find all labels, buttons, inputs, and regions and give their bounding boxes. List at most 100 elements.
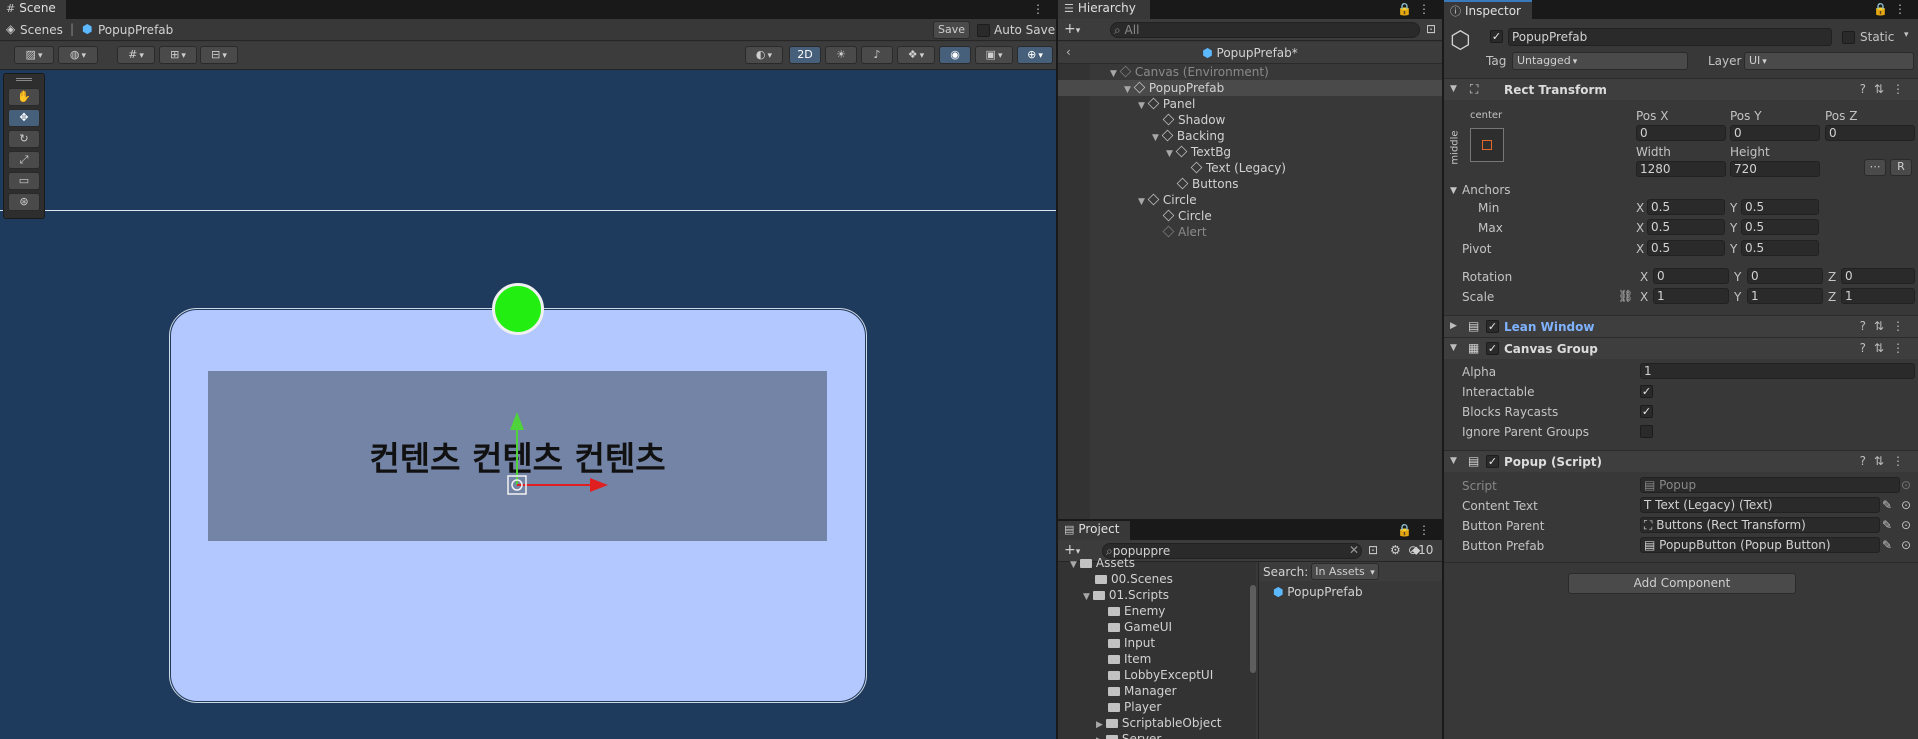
hierarchy-item[interactable]: Shadow [1058,112,1442,128]
inspector-lock-icon[interactable]: 🔒⋮ [1873,2,1912,16]
max-y-field[interactable]: 0.5 [1741,219,1819,235]
pivot-y-field[interactable]: 0.5 [1741,240,1819,256]
popup-script-header[interactable]: ▼ ▤ ✓ Popup (Script) ?⇅⋮ [1444,450,1918,472]
hierarchy-search-input[interactable]: ⌕ All [1110,22,1420,38]
project-folder-item[interactable]: Enemy [1096,604,1165,618]
active-checkbox[interactable]: ✓ [1490,30,1503,43]
hierarchy-item[interactable]: Buttons [1058,176,1442,192]
layer-dropdown[interactable]: UI [1744,52,1914,70]
canvas-group-enabled-checkbox[interactable]: ✓ [1486,342,1499,355]
add-object-button[interactable]: +▾ [1064,21,1080,37]
hierarchy-item[interactable]: Alert [1058,224,1442,240]
visibility-icon[interactable]: ◉ [939,46,971,64]
static-dropdown-icon[interactable]: ▾ [1904,30,1909,40]
tab-hierarchy[interactable]: ☰ Hierarchy [1058,0,1150,19]
height-field[interactable]: 720 [1730,161,1820,177]
hierarchy-item[interactable]: ▼ Backing [1058,128,1442,144]
max-x-field[interactable]: 0.5 [1647,219,1725,235]
fold-arrow-icon[interactable]: ▶ [1450,321,1457,331]
project-folder-item[interactable]: ▶Server [1096,732,1161,739]
lean-window-enabled-checkbox[interactable]: ✓ [1486,320,1499,333]
effects-dropdown[interactable]: ❖ [897,46,935,64]
hierarchy-item[interactable]: ▼ TextBg [1058,144,1442,160]
tab-scene[interactable]: # Scene [0,0,66,19]
tab-inspector[interactable]: ⓘ Inspector [1444,0,1532,19]
draw-mode-dropdown[interactable]: ▨ [14,46,54,64]
project-folder-item[interactable]: Input [1096,636,1155,650]
expand-arrow-icon[interactable]: ▼ [1138,197,1145,207]
popup-script-enabled-checkbox[interactable]: ✓ [1486,455,1499,468]
component-menu-icons[interactable]: ?⇅⋮ [1860,319,1912,333]
project-folder-item[interactable]: Item [1096,652,1151,666]
project-lock-icon[interactable]: 🔒⋮ [1397,523,1436,537]
fold-arrow-icon[interactable]: ▼ [1450,456,1457,466]
object-picker-icon[interactable]: ⊙ [1901,498,1911,512]
alert-circle[interactable] [492,283,544,335]
scale-x-field[interactable]: 1 [1653,288,1729,304]
search-scope-dropdown[interactable]: In Assets [1311,563,1379,580]
scale-y-field[interactable]: 1 [1747,288,1823,304]
project-folder-item[interactable]: Manager [1096,684,1177,698]
component-menu-icons[interactable]: ?⇅⋮ [1860,82,1912,96]
min-x-field[interactable]: 0.5 [1647,199,1725,215]
pos-x-field[interactable]: 0 [1636,125,1726,141]
canvas-group-header[interactable]: ▼ ▦ ✓ Canvas Group ?⇅⋮ [1444,337,1918,359]
transform-tool-icon[interactable]: ⊛ [8,193,40,211]
content-text-field[interactable]: T Text (Legacy) (Text) [1640,497,1880,513]
auto-save-checkbox[interactable] [977,24,990,37]
lean-window-header[interactable]: ▶ ▤ ✓ Lean Window ?⇅⋮ [1444,315,1918,337]
scale-z-field[interactable]: 1 [1841,288,1915,304]
orientation-dropdown[interactable]: ◐ [745,46,783,64]
scale-tool-icon[interactable]: ⤢ [8,151,40,169]
project-search-input[interactable]: ⌕popuppre [1102,543,1362,559]
collapse-arrow-icon[interactable]: ▶ [1096,720,1103,730]
pivot-x-field[interactable]: 0.5 [1647,240,1725,256]
hierarchy-item[interactable]: Text (Legacy) [1058,160,1442,176]
rot-y-field[interactable]: 0 [1747,268,1823,284]
hierarchy-item[interactable]: ▼ Panel [1058,96,1442,112]
type-filter-icon[interactable]: ⊡ [1368,543,1378,557]
ignore-parent-groups-checkbox[interactable] [1640,425,1653,438]
panel-divider-left[interactable] [1056,0,1058,739]
panel-divider-mid[interactable] [1442,0,1444,739]
static-checkbox[interactable] [1842,31,1855,44]
hidden-count-wrap[interactable]: ⊘10 [1408,543,1438,557]
expand-arrow-icon[interactable]: ▼ [1124,85,1131,95]
fold-arrow-icon[interactable]: ▼ [1450,84,1457,94]
rect-transform-header[interactable]: ▼ ⛶ Rect Transform ?⇅⋮ [1444,78,1918,100]
component-menu-icons[interactable]: ?⇅⋮ [1860,341,1912,355]
add-component-button[interactable]: Add Component [1568,573,1796,594]
gizmos-dropdown[interactable]: ⊕ [1017,46,1053,64]
anchors-fold-icon[interactable]: ▼ [1450,186,1457,196]
audio-icon[interactable]: ♪ [861,46,893,64]
project-folder-item[interactable]: ▼ Assets [1070,556,1135,570]
rect-tool-icon[interactable]: ▭ [8,172,40,190]
result-item[interactable]: ⬢ PopupPrefab [1273,585,1363,599]
expand-arrow-icon[interactable]: ▼ [1070,560,1077,570]
save-button[interactable]: Save [933,21,970,39]
search-filter-icon[interactable]: ⊡ [1426,22,1436,36]
component-menu-icons[interactable]: ?⇅⋮ [1860,454,1912,468]
tab-project[interactable]: ▤ Project [1058,521,1130,540]
expand-arrow-icon[interactable]: ▼ [1083,592,1090,602]
raw-edit-button[interactable]: R [1890,159,1912,176]
rot-x-field[interactable]: 0 [1653,268,1729,284]
hierarchy-lock-icon[interactable]: 🔒⋮ [1397,2,1436,16]
tag-dropdown[interactable]: Untagged [1512,52,1688,70]
hierarchy-item[interactable]: ▼ PopupPrefab [1058,80,1442,96]
anchor-preset-button[interactable] [1470,128,1504,162]
shading-dropdown[interactable]: ◍ [58,46,98,64]
project-folder-item[interactable]: ▶ ScriptableObject [1096,716,1222,730]
fold-arrow-icon[interactable]: ▼ [1450,343,1457,353]
hierarchy-item[interactable]: ▼ Canvas (Environment) [1058,64,1442,80]
project-folder-item[interactable]: ▼ 01.Scripts [1083,588,1169,602]
mode-2d-button[interactable]: 2D [789,46,821,64]
panel-divider-horizontal[interactable] [1058,519,1442,521]
tab-menu-icon[interactable]: ⋮ [1032,2,1050,16]
blueprint-mode-button[interactable]: ⋯ [1864,159,1886,176]
move-tool-icon[interactable]: ✥ [8,109,40,127]
expand-arrow-icon[interactable]: ▼ [1166,149,1173,159]
scene-viewport[interactable]: ✋ ✥ ↻ ⤢ ▭ ⊛ 컨텐츠 컨텐츠 컨텐츠 [0,70,1056,739]
edit-pencil-icon[interactable]: ✎ [1882,498,1892,512]
snap-increment-dropdown[interactable]: ⊞ [159,46,197,64]
